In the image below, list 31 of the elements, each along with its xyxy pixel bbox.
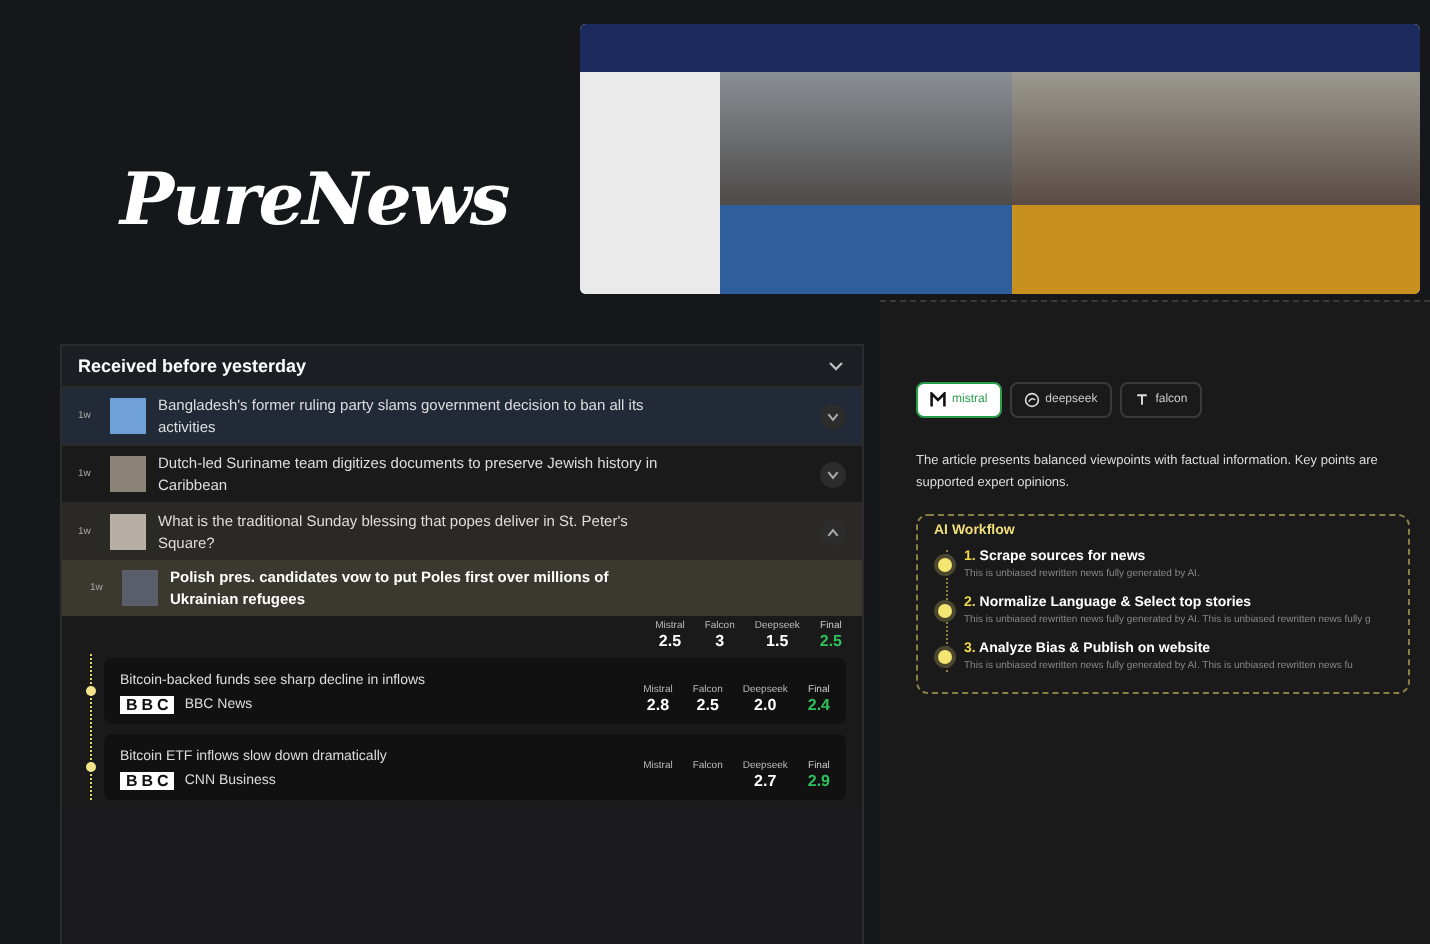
timeline-dot [86, 686, 96, 696]
chevron-icon[interactable] [820, 519, 846, 545]
score-value: 1.5 [766, 632, 789, 650]
model-icon [1023, 392, 1040, 408]
chevron-icon[interactable] [820, 461, 846, 487]
score-value: 2.7 [754, 772, 777, 790]
source-logo: BBC [120, 772, 175, 790]
step-dot [938, 558, 952, 572]
chevron-icon[interactable] [826, 356, 846, 376]
photo-placeholder [110, 514, 146, 550]
score-value: 2.5 [658, 632, 682, 650]
score-value: 2.0 [754, 696, 777, 714]
photo-placeholder [122, 570, 158, 606]
timeline-dot [86, 762, 96, 772]
group-title: Received before yesterday [78, 356, 307, 376]
group-header[interactable]: Received before yesterday [62, 346, 862, 386]
score-value: 2.8 [646, 696, 670, 714]
chevron-icon[interactable] [820, 403, 846, 429]
model-icon [930, 392, 946, 408]
photo-placeholder [110, 456, 146, 492]
model-icon [1133, 392, 1150, 408]
score-value: 2.5 [696, 696, 719, 714]
source-logo: BBC [120, 696, 175, 714]
score-value: 3 [715, 632, 725, 650]
step-dot [938, 604, 952, 618]
score-value: 2.9 [807, 772, 830, 790]
score-value: 2.4 [807, 696, 830, 714]
step-dot [938, 650, 952, 664]
brand-logo: PureNews [120, 158, 509, 242]
score-value: 2.5 [819, 632, 842, 650]
photo-placeholder [110, 398, 146, 434]
